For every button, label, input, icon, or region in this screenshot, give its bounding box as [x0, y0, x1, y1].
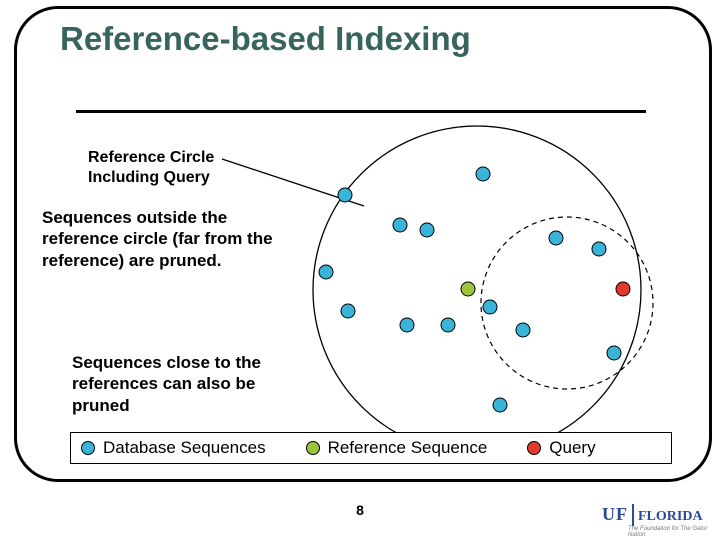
- label-close-pruned: Sequences close to the references can al…: [72, 352, 272, 416]
- label-outside-pruned: Sequences outside the reference circle (…: [42, 207, 282, 271]
- label-reference-circle: Reference Circle Including Query: [88, 148, 268, 188]
- dot-icon: [81, 441, 95, 455]
- legend-item-query: Query: [527, 438, 595, 458]
- legend-item-db: Database Sequences: [81, 438, 266, 458]
- legend-db-label: Database Sequences: [103, 438, 266, 458]
- legend-box: Database Sequences Reference Sequence Qu…: [70, 432, 672, 464]
- title-rule: [76, 110, 646, 113]
- legend-ref-label: Reference Sequence: [328, 438, 488, 458]
- uf-logo: UF FLORIDA The Foundation for The Gator N…: [602, 504, 712, 536]
- legend-query-label: Query: [549, 438, 595, 458]
- dot-icon: [527, 441, 541, 455]
- dot-icon: [306, 441, 320, 455]
- logo-divider-icon: [632, 504, 634, 526]
- legend-item-ref: Reference Sequence: [306, 438, 488, 458]
- slide-stage: Reference-based Indexing Reference Circl…: [0, 0, 720, 540]
- logo-tagline: The Foundation for The Gator Nation: [628, 526, 712, 538]
- logo-florida: FLORIDA: [638, 509, 703, 524]
- slide-title: Reference-based Indexing: [60, 20, 471, 58]
- logo-uf: UF: [602, 504, 628, 524]
